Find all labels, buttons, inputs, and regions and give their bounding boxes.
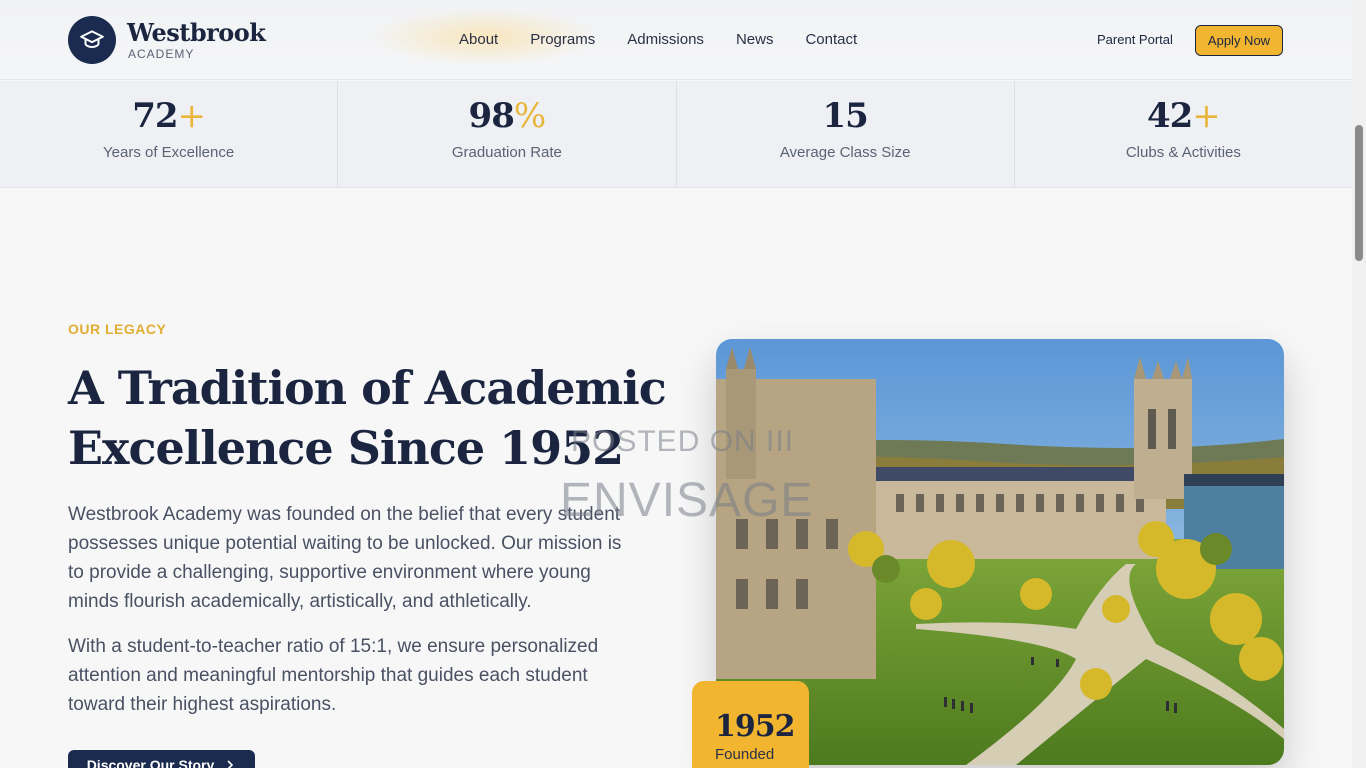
nav-news[interactable]: News	[736, 31, 774, 48]
stats-bar: 72+ Years of Excellence 98% Graduation R…	[0, 81, 1352, 188]
stat-years: 72+ Years of Excellence	[0, 81, 339, 187]
founded-year: 1952	[715, 709, 796, 744]
section-eyebrow: OUR LEGACY	[68, 321, 167, 337]
stat-value: 15	[822, 96, 868, 136]
nav-admissions[interactable]: Admissions	[627, 31, 704, 48]
scrollbar-thumb[interactable]	[1355, 125, 1363, 261]
graduation-cap-icon[interactable]	[68, 16, 116, 64]
stat-value: 42+	[1146, 96, 1221, 136]
main-nav: About Programs Admissions News Contact	[459, 31, 857, 48]
stat-value: 98%	[468, 96, 547, 136]
stat-label: Average Class Size	[779, 144, 911, 161]
stat-clubs: 42+ Clubs & Activities	[1015, 81, 1352, 187]
discover-story-button[interactable]: Discover Our Story	[68, 750, 255, 768]
intro-paragraph: Westbrook Academy was founded on the bel…	[68, 504, 622, 612]
stat-label: Clubs & Activities	[1125, 144, 1241, 161]
stat-label: Graduation Rate	[451, 144, 562, 161]
apply-now-button[interactable]: Apply Now	[1195, 25, 1283, 56]
parent-portal-link[interactable]: Parent Portal	[1097, 32, 1173, 47]
nav-programs[interactable]: Programs	[530, 31, 595, 48]
ratio-paragraph: With a student-to-teacher ratio of 15:1,…	[68, 636, 599, 715]
nav-contact[interactable]: Contact	[805, 31, 857, 48]
section-title: A Tradition of Academic Excellence Since…	[68, 361, 667, 475]
discover-story-label: Discover Our Story	[86, 757, 215, 768]
stat-label: Years of Excellence	[103, 144, 235, 161]
stat-class-size: 15 Average Class Size	[677, 81, 1015, 187]
site-header: Westbrook ACADEMY About Programs Admissi…	[0, 0, 1352, 80]
brand-name[interactable]: Westbrook	[127, 18, 266, 47]
nav-about[interactable]: About	[459, 31, 498, 48]
founded-card: 1952 Founded	[692, 681, 809, 768]
arrow-right-icon	[227, 760, 234, 768]
stat-graduation: 98% Graduation Rate	[338, 81, 677, 187]
stat-value: 72+	[132, 96, 206, 136]
brand-subtitle: ACADEMY	[128, 47, 195, 61]
founded-label: Founded	[715, 746, 775, 763]
page-scrollbar[interactable]	[1352, 0, 1366, 768]
